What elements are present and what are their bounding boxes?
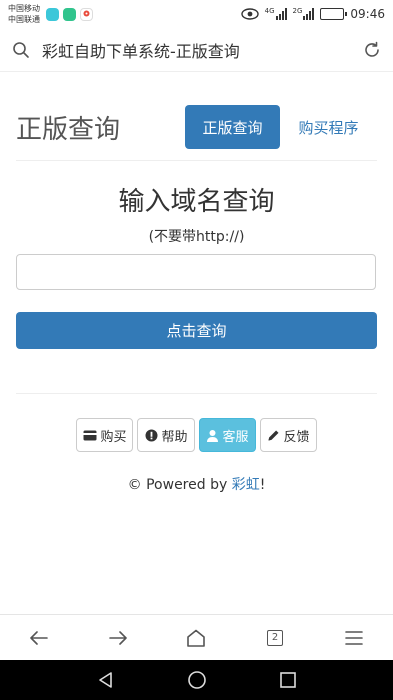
- divider: [16, 393, 377, 394]
- signal-2-icon: 2G: [293, 8, 315, 20]
- nav-recents-button[interactable]: [273, 665, 303, 695]
- divider: [16, 160, 377, 161]
- action-button-group: 购买 帮助 客服 反馈: [16, 418, 377, 452]
- network-2-label: 2G: [292, 7, 303, 15]
- nav-home-button[interactable]: [182, 665, 212, 695]
- notification-icons: [46, 7, 93, 21]
- feedback-button-label: 反馈: [283, 429, 310, 445]
- page-title: 正版查询: [16, 114, 121, 145]
- network-1-label: 4G: [264, 7, 275, 15]
- page-url-title[interactable]: 彩虹自助下单系统-正版查询: [42, 38, 363, 62]
- footer-suffix: !: [259, 477, 266, 493]
- battery-icon: [320, 8, 348, 20]
- carrier-labels: 中国移动 中国联通: [8, 3, 40, 25]
- menu-button[interactable]: [334, 618, 374, 658]
- tab-genuine-query[interactable]: 正版查询: [185, 105, 280, 149]
- clock: 09:46: [350, 7, 385, 21]
- tab-count: 2: [267, 629, 284, 646]
- carrier-1: 中国移动: [8, 4, 40, 13]
- tab-buy-program[interactable]: 购买程序: [280, 117, 377, 138]
- exclamation-circle-icon: [144, 428, 158, 442]
- buy-button[interactable]: 购买: [76, 418, 134, 452]
- feedback-button[interactable]: 反馈: [259, 418, 317, 452]
- user-icon: [206, 428, 220, 442]
- app-notification-icon: [46, 7, 59, 21]
- menu-icon: [344, 630, 363, 645]
- pencil-icon: [267, 428, 281, 442]
- footer-prefix: © Powered by: [127, 477, 232, 493]
- tabs-button[interactable]: 2: [255, 618, 295, 658]
- status-bar: 中国移动 中国联通 4G 2G 09:46: [0, 0, 393, 28]
- back-button[interactable]: [19, 618, 59, 658]
- footer: © Powered by 彩虹!: [16, 474, 377, 494]
- search-icon[interactable]: [12, 41, 30, 59]
- domain-input[interactable]: [16, 254, 376, 290]
- screen: 中国移动 中国联通 4G 2G 09:46 彩虹自助下单系统-正版查询 正版查询…: [0, 0, 393, 700]
- query-heading: 输入域名查询: [118, 187, 275, 217]
- home-icon: [187, 629, 206, 647]
- map-notification-icon: [80, 7, 93, 21]
- nav-back-button[interactable]: [91, 665, 121, 695]
- arrow-right-icon: [109, 630, 127, 645]
- address-bar[interactable]: 彩虹自助下单系统-正版查询: [0, 28, 393, 72]
- status-right: 4G 2G 09:46: [240, 7, 385, 21]
- triangle-back-icon: [98, 672, 112, 688]
- page-header: 正版查询 正版查询 购买程序: [16, 100, 377, 154]
- arrow-left-icon: [30, 630, 49, 645]
- main-content: 正版查询 正版查询 购买程序 输入域名查询 (不要带http://) 点击查询 …: [16, 100, 377, 494]
- carrier-2: 中国联通: [8, 15, 40, 24]
- circle-home-icon: [187, 671, 206, 689]
- eye-icon: [240, 8, 259, 20]
- buy-button-label: 购买: [100, 429, 127, 445]
- query-hint: (不要带http://): [148, 229, 245, 245]
- signal-1-icon: 4G: [265, 8, 287, 20]
- customer-service-button[interactable]: 客服: [198, 418, 256, 452]
- query-submit-button[interactable]: 点击查询: [16, 312, 377, 349]
- help-button-label: 帮助: [161, 429, 188, 445]
- forward-button[interactable]: [98, 618, 138, 658]
- footer-link[interactable]: 彩虹: [232, 477, 260, 493]
- refresh-icon[interactable]: [363, 41, 381, 59]
- help-button[interactable]: 帮助: [137, 418, 195, 452]
- message-notification-icon: [63, 7, 76, 21]
- browser-toolbar: 2: [0, 614, 393, 660]
- credit-card-icon: [83, 428, 97, 442]
- android-nav-bar: [0, 660, 393, 700]
- square-recents-icon: [279, 672, 296, 688]
- customer-service-button-label: 客服: [222, 429, 249, 445]
- home-button[interactable]: [176, 618, 216, 658]
